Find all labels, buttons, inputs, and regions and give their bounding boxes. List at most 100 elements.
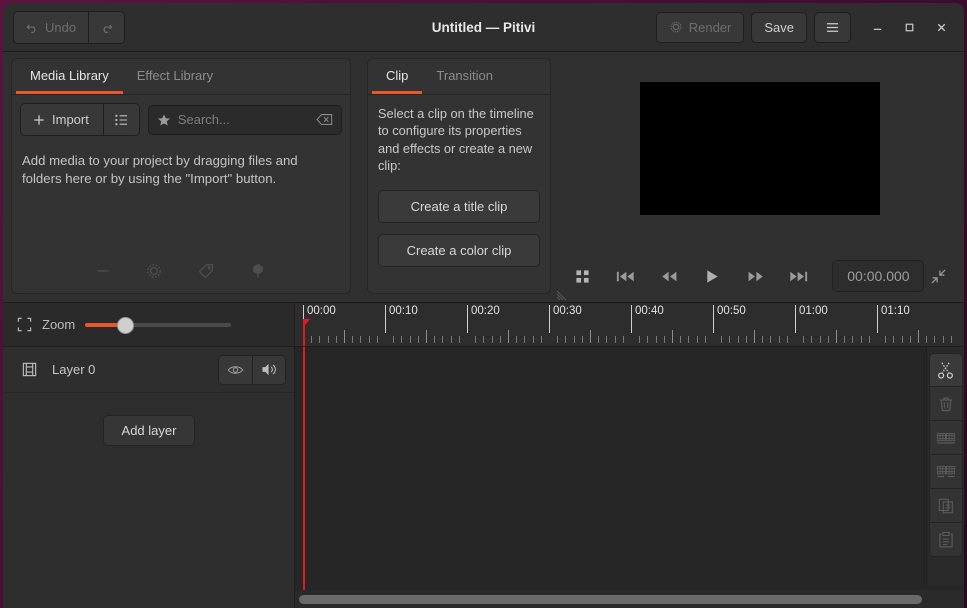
ruler-minor-tick	[729, 336, 730, 343]
ruler-minor-tick	[934, 336, 935, 343]
media-library-frame: Media Library Effect Library	[11, 58, 351, 294]
ruler-minor-tick	[869, 336, 870, 343]
play-button[interactable]	[697, 261, 728, 291]
viewer-timecode[interactable]: 00:00.000	[832, 260, 924, 292]
timeline-horizontal-scrollbar[interactable]	[295, 590, 964, 608]
add-layer-button[interactable]: Add layer	[103, 415, 195, 446]
ruler-minor-tick	[565, 336, 566, 343]
speaker-icon[interactable]	[252, 356, 285, 384]
main-menu-button[interactable]	[814, 12, 851, 43]
timeline-canvas[interactable]	[295, 347, 964, 608]
ruler-minor-tick	[606, 336, 607, 343]
timeline-section: Zoom 00:0000:1000:2000:3000:4000:5001:00…	[3, 302, 964, 608]
tab-media-library-label: Media Library	[30, 68, 109, 83]
media-view-toggle-button[interactable]	[103, 104, 139, 135]
ruler-tick-label: 00:00	[303, 305, 336, 317]
layer-row[interactable]: Layer 0	[3, 347, 294, 393]
copy-button[interactable]	[929, 489, 963, 523]
timeline-ruler[interactable]: 00:0000:1000:2000:3000:4000:5001:0001:10	[295, 303, 964, 346]
ruler-mid-tick	[836, 330, 837, 343]
ruler-minor-tick	[852, 336, 853, 343]
ungroup-clips-button[interactable]	[929, 455, 963, 489]
forward-button[interactable]	[740, 261, 771, 291]
ruler-minor-tick	[483, 336, 484, 343]
collapse-arrows-icon[interactable]	[924, 261, 952, 291]
tab-clip[interactable]: Clip	[372, 59, 422, 94]
clip-properties-frame: Clip Transition Select a clip on the tim…	[367, 58, 551, 294]
split-clip-button[interactable]	[929, 353, 963, 387]
undo-button[interactable]: Undo	[14, 12, 88, 43]
ruler-minor-tick	[647, 336, 648, 343]
ruler-minor-tick	[500, 336, 501, 343]
create-title-clip-button[interactable]: Create a title clip	[378, 190, 540, 223]
tab-transition[interactable]: Transition	[422, 59, 507, 94]
clip-pane-tabs: Clip Transition	[368, 59, 550, 95]
redo-button[interactable]	[88, 12, 124, 43]
maximize-button[interactable]	[894, 12, 924, 42]
ruler-minor-tick	[902, 336, 903, 343]
ruler-minor-tick	[377, 336, 378, 343]
ruler-minor-tick	[721, 336, 722, 343]
gear-icon[interactable]	[145, 262, 163, 280]
timeline-body: Layer 0	[3, 347, 964, 608]
create-title-clip-label: Create a title clip	[411, 199, 508, 214]
timeline-scrollbar-thumb[interactable]	[299, 595, 922, 604]
ruler-minor-tick	[639, 336, 640, 343]
delete-clip-button[interactable]	[929, 387, 963, 421]
render-button[interactable]: Render	[656, 12, 745, 43]
rewind-button[interactable]	[653, 261, 684, 291]
ruler-minor-tick	[779, 336, 780, 343]
ruler-minor-tick	[418, 336, 419, 343]
close-button[interactable]	[926, 12, 956, 42]
backspace-clear-icon[interactable]	[316, 113, 333, 126]
eye-icon[interactable]	[219, 356, 252, 384]
add-layer-label: Add layer	[122, 423, 177, 438]
ruler-minor-tick	[336, 336, 337, 343]
layer-toggle-group	[218, 355, 286, 385]
ruler-minor-tick	[524, 336, 525, 343]
ruler-minor-tick	[598, 336, 599, 343]
ruler-tick-label: 00:10	[385, 305, 418, 317]
tab-clip-label: Clip	[386, 68, 408, 83]
ruler-minor-tick	[623, 336, 624, 343]
undo-redo-group: Undo	[13, 11, 125, 44]
go-to-start-button[interactable]	[610, 261, 641, 291]
ruler-tick-label: 01:00	[795, 305, 828, 317]
star-icon	[157, 113, 171, 127]
zoom-fit-icon[interactable]	[17, 317, 32, 332]
tab-transition-label: Transition	[436, 68, 493, 83]
go-to-end-button[interactable]	[783, 261, 814, 291]
group-clips-button[interactable]	[929, 421, 963, 455]
pin-icon[interactable]	[249, 262, 267, 280]
ruler-minor-tick	[475, 336, 476, 343]
ruler-tick-label: 01:10	[877, 305, 910, 317]
ruler-minor-tick	[828, 336, 829, 343]
ruler-minor-tick	[656, 336, 657, 343]
ruler-minor-tick	[311, 336, 312, 343]
ruler-minor-tick	[557, 336, 558, 343]
ruler-mid-tick	[672, 330, 673, 343]
tab-effect-library[interactable]: Effect Library	[123, 59, 227, 94]
media-library-tabs: Media Library Effect Library	[12, 59, 350, 95]
ruler-minor-tick	[574, 336, 575, 343]
save-button[interactable]: Save	[751, 12, 807, 43]
zoom-slider-handle[interactable]	[117, 317, 134, 334]
tag-icon[interactable]	[197, 262, 215, 280]
media-library-toolbar: Import	[12, 95, 350, 142]
zoom-slider[interactable]	[85, 315, 231, 335]
minimize-button[interactable]	[862, 12, 892, 42]
add-layer-container: Add layer	[3, 393, 294, 446]
import-button[interactable]: Import	[21, 104, 103, 135]
viewer-resize-grip[interactable]	[557, 284, 573, 300]
redo-icon	[100, 21, 113, 34]
tab-media-library[interactable]: Media Library	[16, 59, 123, 94]
video-preview[interactable]	[640, 82, 880, 215]
search-input[interactable]: Search...	[148, 105, 342, 135]
list-view-icon	[114, 113, 129, 127]
layer-name-label: Layer 0	[52, 362, 95, 377]
ruler-minor-tick	[861, 336, 862, 343]
minus-icon[interactable]	[95, 263, 111, 279]
paste-button[interactable]	[929, 523, 963, 557]
create-color-clip-button[interactable]: Create a color clip	[378, 234, 540, 267]
ruler-tick-label: 00:40	[631, 305, 664, 317]
